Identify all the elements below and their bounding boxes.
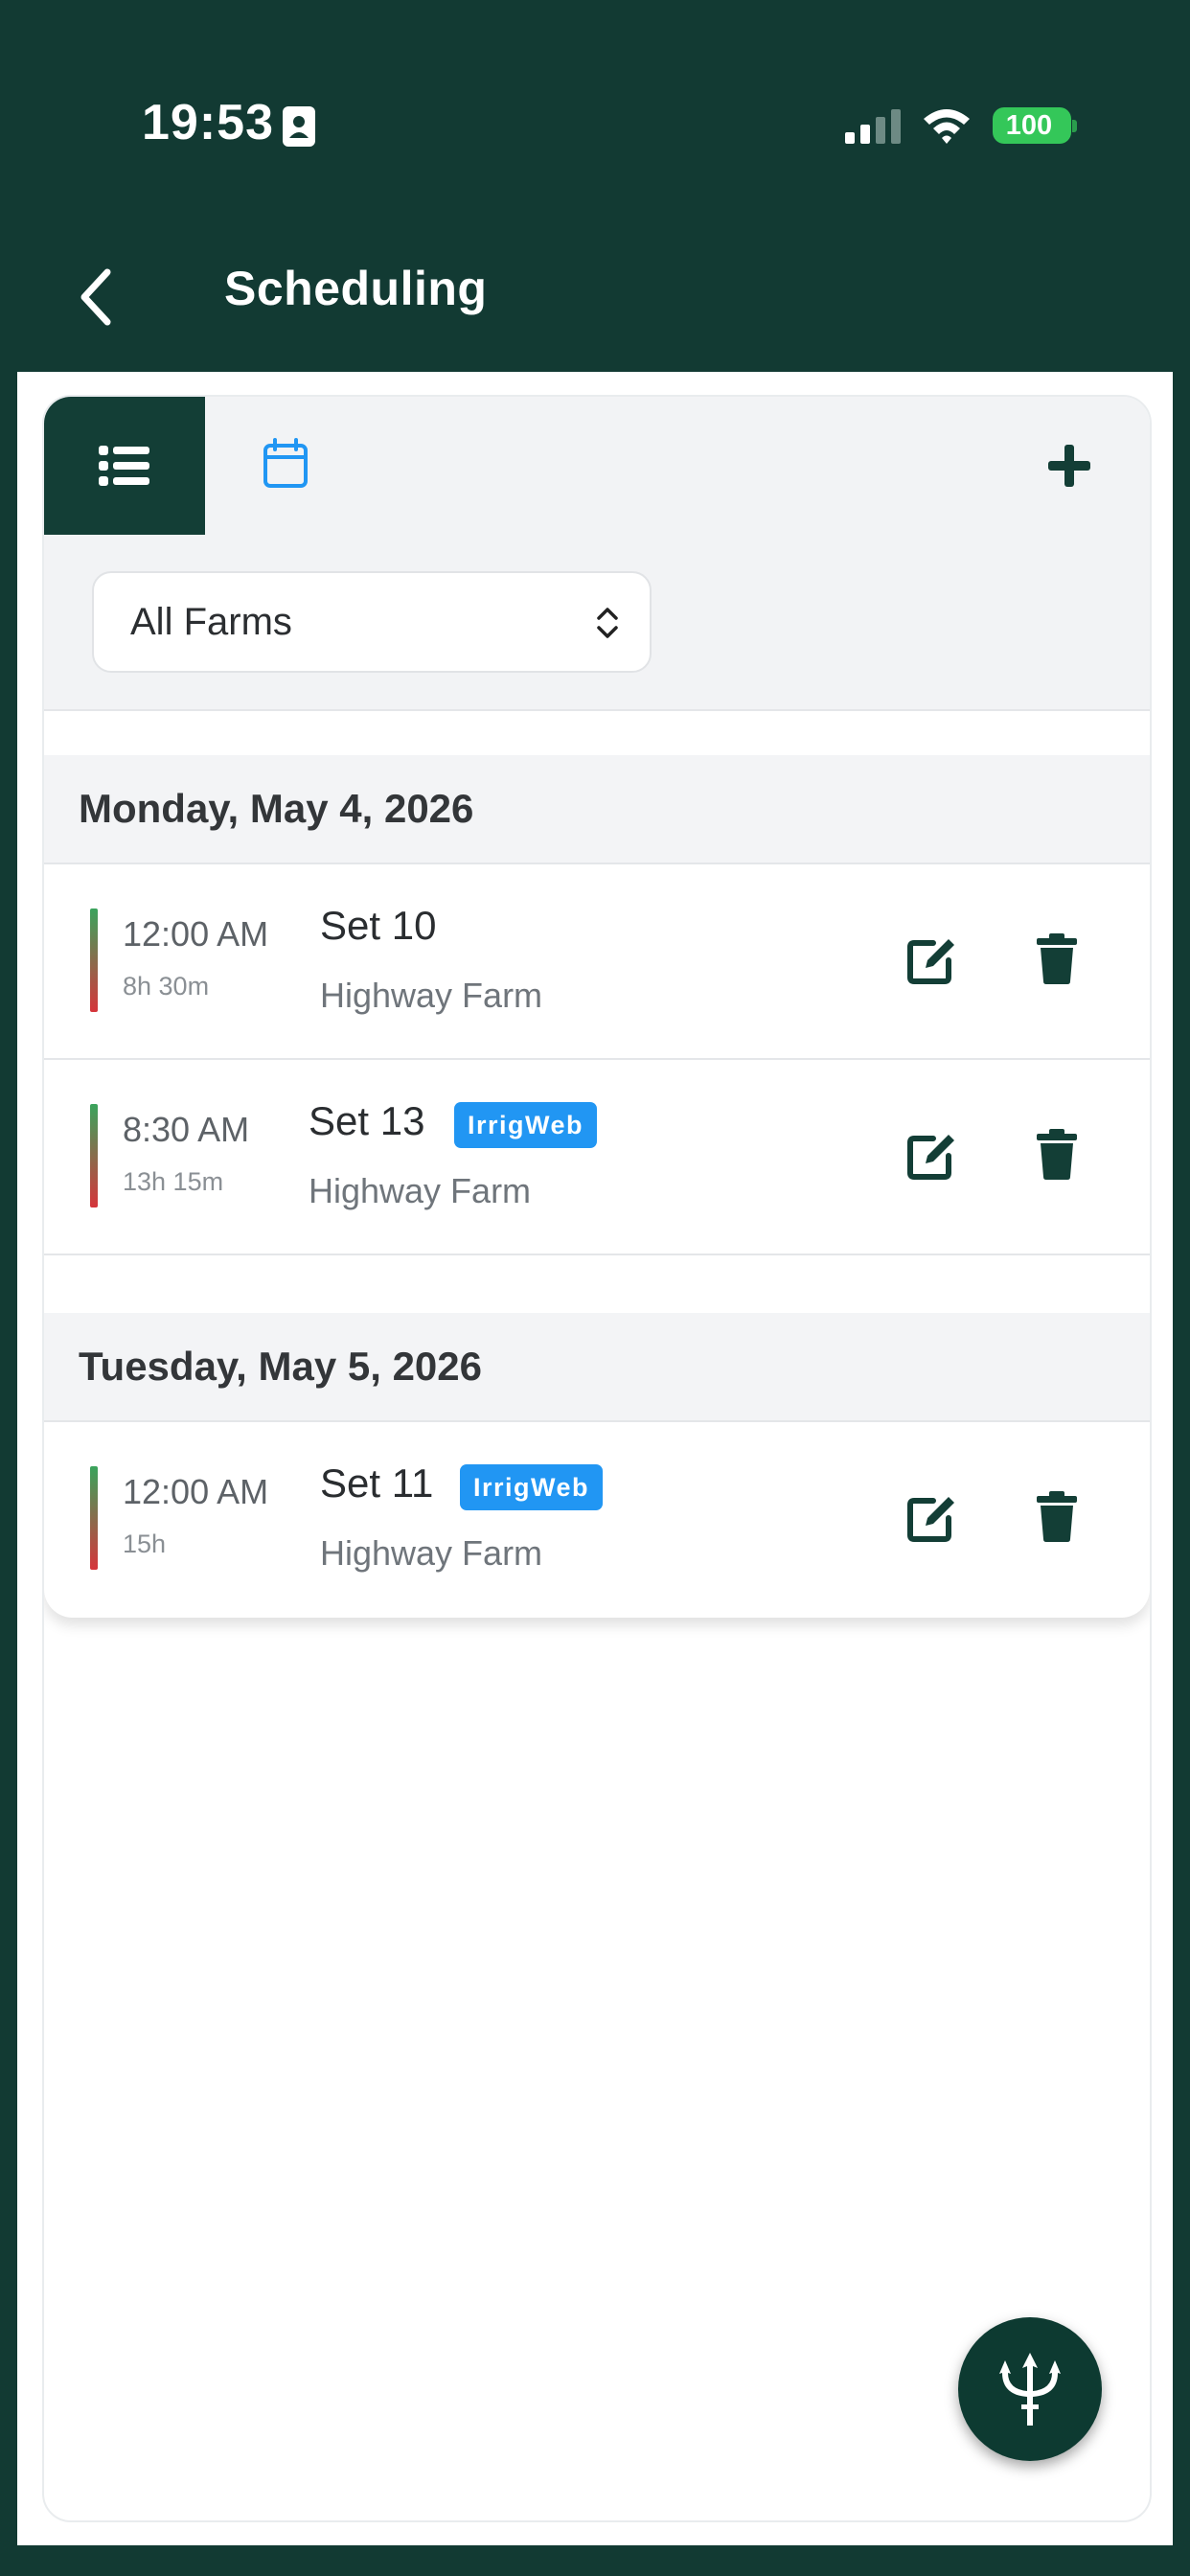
trash-icon [1037,1491,1077,1542]
edit-icon [907,939,954,984]
back-button[interactable] [69,259,126,335]
trident-icon [999,2353,1061,2426]
add-schedule-button[interactable] [989,397,1150,535]
edit-icon [907,1135,954,1180]
trash-icon [1037,933,1077,984]
delete-button[interactable] [1035,932,1079,985]
id-card-icon [283,106,315,147]
edit-button[interactable] [904,933,958,987]
farm-name: Highway Farm [320,976,543,1015]
duration-bar [90,1466,98,1570]
farm-name: Highway Farm [309,1171,532,1210]
filter-bar: All Farms [44,535,1150,711]
duration: 15h [123,1530,167,1558]
irrigweb-badge: IrrigWeb [460,1464,604,1510]
delete-button[interactable] [1035,1489,1079,1543]
tab-list-view[interactable] [44,397,205,535]
battery-indicator: 100 [993,107,1077,144]
fab-trident-button[interactable] [958,2317,1102,2461]
day-title: Tuesday, May 5, 2026 [79,1344,483,1389]
farm-select[interactable]: All Farms [92,571,652,673]
start-time: 12:00 AM [123,914,269,954]
set-name: Set 10 [320,903,437,948]
edit-button[interactable] [904,1129,958,1183]
status-time: 19:53 [142,95,274,150]
chevron-left-icon [80,268,111,326]
cellular-signal-icon [845,109,901,144]
edit-button[interactable] [904,1491,958,1545]
main-content: All Farms Monday, May 4, 2026 12:00 AM 8… [17,372,1173,2545]
delete-button[interactable] [1035,1127,1079,1181]
status-bar: 19:53 100 [0,0,1190,220]
irrigweb-badge: IrrigWeb [454,1102,598,1148]
calendar-icon [263,438,308,488]
wifi-icon [924,109,970,144]
day-title: Monday, May 4, 2026 [79,786,474,831]
schedule-row[interactable]: 12:00 AM 8h 30m Set 10 Highway Farm [44,864,1150,1060]
trash-icon [1037,1129,1077,1180]
schedule-row[interactable]: 12:00 AM 15h Set 11 IrrigWeb Highway Far… [44,1422,1150,1616]
set-name: Set 13 [309,1098,425,1143]
battery-level: 100 [1005,110,1053,141]
schedule-row[interactable]: 8:30 AM 13h 15m Set 13 IrrigWeb Highway … [44,1060,1150,1255]
nav-bar: Scheduling [0,220,1190,374]
farm-select-value: All Farms [130,601,292,643]
duration: 13h 15m [123,1167,224,1196]
plus-icon [1048,445,1090,487]
tab-calendar-view[interactable] [205,397,366,535]
view-tabbar [44,397,1150,535]
duration: 8h 30m [123,972,210,1000]
page-title: Scheduling [224,262,488,315]
battery-nub [1072,120,1077,132]
schedule-card: All Farms Monday, May 4, 2026 12:00 AM 8… [42,395,1152,2522]
day-header: Monday, May 4, 2026 [44,755,1150,864]
duration-bar [90,1104,98,1208]
start-time: 8:30 AM [123,1110,250,1149]
farm-name: Highway Farm [320,1533,543,1573]
edit-icon [907,1497,954,1542]
day-header: Tuesday, May 5, 2026 [44,1313,1150,1422]
start-time: 12:00 AM [123,1472,269,1511]
set-name: Set 11 [320,1460,434,1506]
chevron-updown-icon [597,608,618,638]
list-icon [99,446,149,486]
duration-bar [90,908,98,1012]
